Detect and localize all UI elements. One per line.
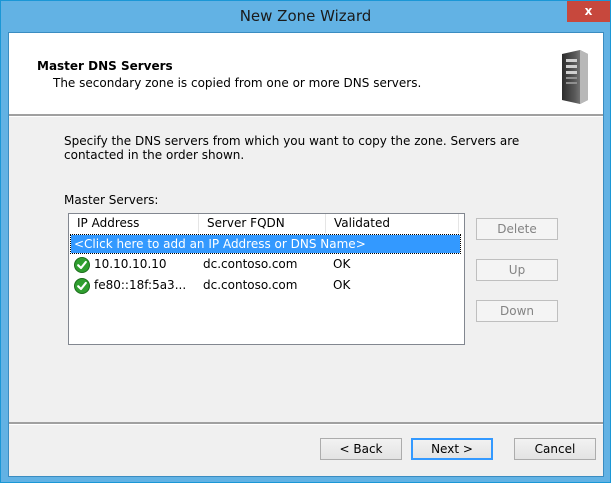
server-ip: 10.10.10.10 <box>94 257 167 271</box>
description-text: Specify the DNS servers from which you w… <box>64 134 520 162</box>
server-fqdn: dc.contoso.com <box>203 278 298 292</box>
server-ip: fe80::18f:5a3... <box>94 278 187 292</box>
wizard-client-area: Master DNS Servers The secondary zone is… <box>8 32 604 477</box>
back-button[interactable]: < Back <box>320 438 402 460</box>
server-validated: OK <box>333 257 351 271</box>
cancel-button[interactable]: Cancel <box>514 438 596 460</box>
wizard-body: Specify the DNS servers from which you w… <box>9 117 603 422</box>
server-validated: OK <box>333 278 351 292</box>
server-fqdn: dc.contoso.com <box>203 257 298 271</box>
down-button[interactable]: Down <box>476 300 558 322</box>
server-row-1[interactable]: 10.10.10.10 dc.contoso.com OK <box>69 255 462 274</box>
wizard-window: New Zone Wizard x Master DNS Servers The… <box>0 0 611 483</box>
wizard-header: Master DNS Servers The secondary zone is… <box>9 33 603 114</box>
up-button[interactable]: Up <box>476 259 558 281</box>
delete-button[interactable]: Delete <box>476 218 558 240</box>
page-title: Master DNS Servers <box>37 59 173 73</box>
close-button[interactable]: x <box>567 1 610 22</box>
column-header-validated[interactable]: Validated <box>326 214 459 233</box>
server-tower-icon <box>562 50 588 104</box>
wizard-footer: < Back Next > Cancel <box>9 425 603 476</box>
page-subtitle: The secondary zone is copied from one or… <box>53 76 422 90</box>
server-row-2[interactable]: fe80::18f:5a3... dc.contoso.com OK <box>69 276 462 295</box>
master-servers-list[interactable]: IP Address Server FQDN Validated <Click … <box>68 213 465 345</box>
column-header-server-fqdn[interactable]: Server FQDN <box>199 214 326 233</box>
green-check-icon <box>74 278 90 294</box>
green-check-icon <box>74 257 90 273</box>
master-servers-label: Master Servers: <box>64 193 159 207</box>
title-bar[interactable]: New Zone Wizard x <box>1 1 610 33</box>
window-title: New Zone Wizard <box>239 7 372 25</box>
column-header-ip-address[interactable]: IP Address <box>69 214 199 233</box>
add-server-row[interactable]: <Click here to add an IP Address or DNS … <box>70 234 461 254</box>
next-button[interactable]: Next > <box>411 438 493 460</box>
